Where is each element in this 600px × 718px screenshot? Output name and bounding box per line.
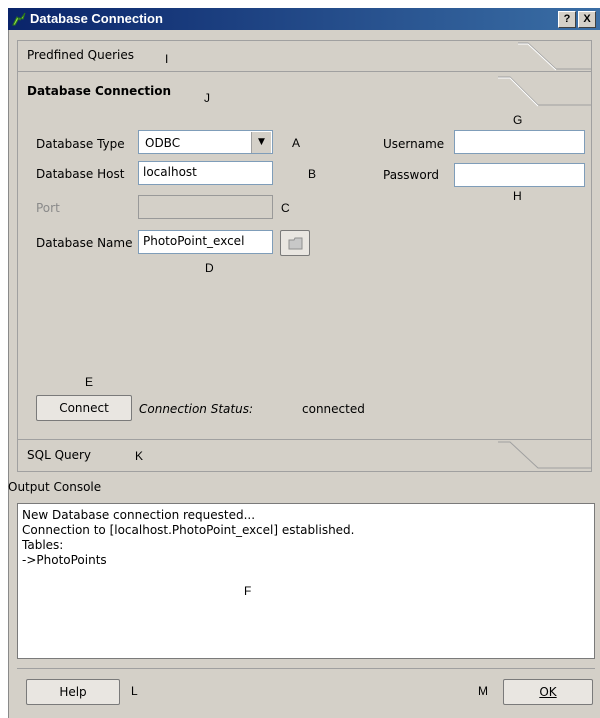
annotation-letter: G [513,113,523,127]
tab-corner-shape [498,76,591,107]
annotation-letter: E [85,375,94,389]
tab-database-connection-label: Database Connection [27,84,172,98]
database-type-select[interactable]: ODBC ▼ [138,130,273,154]
chevron-down-icon[interactable]: ▼ [251,132,271,153]
footer-divider [17,668,595,669]
tab-predefined-queries-label: Predfined Queries [27,48,135,62]
annotation-letter: F [244,584,252,598]
port-label: Port [36,201,60,215]
annotation-letter: M [478,684,488,698]
database-host-label: Database Host [36,167,125,181]
app-icon [11,11,27,27]
connection-status-label: Connection Status: [139,402,253,416]
ok-button[interactable]: OK [503,679,593,705]
title-bar[interactable]: Database Connection ? X [8,8,600,30]
tab-divider [18,71,591,72]
help-button[interactable]: Help [26,679,120,705]
port-input[interactable] [138,195,273,219]
database-type-label: Database Type [36,137,125,151]
tab-sql-query[interactable]: SQL Query [18,441,591,469]
output-console[interactable]: New Database connection requested... Con… [17,503,595,659]
tab-database-connection[interactable]: Database Connection [18,76,591,107]
tab-corner-shape [498,441,591,469]
browse-button[interactable] [280,230,310,256]
database-type-value: ODBC [145,136,181,150]
annotation-letter: B [308,167,317,181]
window-title: Database Connection [30,11,163,26]
help-title-button[interactable]: ? [558,11,576,28]
tab-corner-shape [518,42,591,71]
annotation-letter: C [281,201,290,215]
annotation-letter: L [131,684,138,698]
connection-status-value: connected [302,402,365,416]
database-name-input[interactable]: PhotoPoint_excel [138,230,273,254]
output-console-label: Output Console [8,480,102,494]
tab-sql-query-label: SQL Query [27,448,92,462]
username-input[interactable] [454,130,585,154]
tab-predefined-queries[interactable]: Predfined Queries [18,41,591,71]
tab-divider [18,439,591,440]
database-name-label: Database Name [36,236,133,250]
folder-icon [288,237,304,253]
password-label: Password [383,168,440,182]
close-button[interactable]: X [578,11,596,28]
annotation-letter: A [292,136,301,150]
database-host-input[interactable]: localhost [138,161,273,185]
annotation-letter: K [135,449,144,463]
connect-button[interactable]: Connect [36,395,132,421]
annotation-letter: H [513,189,522,203]
annotation-letter: D [205,261,214,275]
annotation-letter: J [204,91,210,105]
annotation-letter: I [165,52,169,66]
toolbox-panel: Predfined Queries Database Connection Da… [17,40,592,472]
username-label: Username [383,137,445,151]
password-input[interactable] [454,163,585,187]
